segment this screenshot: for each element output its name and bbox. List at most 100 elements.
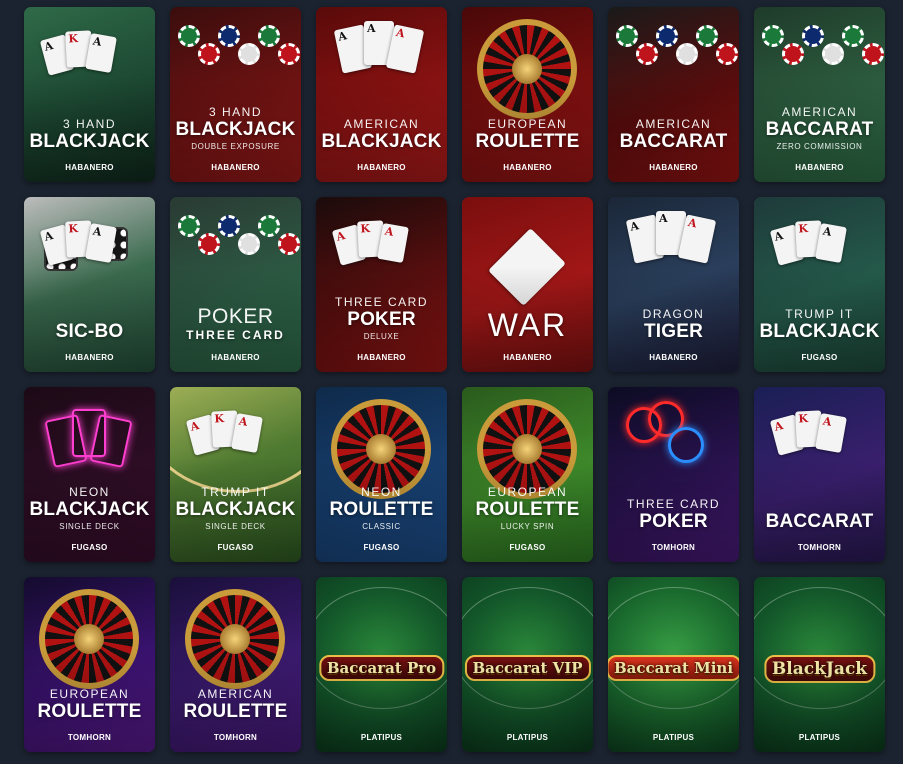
game-provider: HABANERO xyxy=(503,353,552,362)
game-title: Roulette xyxy=(475,131,580,152)
game-provider: FUGASO xyxy=(801,353,838,362)
game-subtitle: Deluxe xyxy=(363,332,400,341)
game-subtitle: Single Deck xyxy=(59,522,120,531)
chip xyxy=(198,233,220,255)
game-card[interactable]: Neon Blackjack Single Deck FUGASO xyxy=(24,387,155,562)
game-provider: TOMHORN xyxy=(213,733,258,742)
game-card[interactable]: European Roulette HABANERO xyxy=(462,7,593,182)
game-card[interactable]: Neon Roulette Classic FUGASO xyxy=(316,387,447,562)
chip xyxy=(258,215,280,237)
game-title-prefix: Neon xyxy=(361,485,402,499)
card-text: 3 Hand Blackjack Double Exposure HABANERO xyxy=(170,105,301,173)
game-title: Blackjack xyxy=(29,499,150,520)
chip xyxy=(218,25,240,47)
game-provider: HABANERO xyxy=(503,163,552,172)
game-title-prefix: Neon xyxy=(69,485,110,499)
chip xyxy=(656,25,678,47)
game-provider: HABANERO xyxy=(795,163,844,172)
chip xyxy=(822,43,844,65)
game-card[interactable]: A A A American Blackjack HABANERO xyxy=(316,7,447,182)
game-card[interactable]: A A A Dragon Tiger HABANERO xyxy=(608,197,739,372)
game-provider: HABANERO xyxy=(65,353,114,362)
game-card[interactable]: Baccarat VIPPLATIPUS xyxy=(462,577,593,752)
game-card[interactable]: American Baccarat Zero Commission HABANERO xyxy=(754,7,885,182)
game-card[interactable]: European Roulette TOMHORN xyxy=(24,577,155,752)
chip xyxy=(258,25,280,47)
game-title-prefix: Trump It xyxy=(785,307,854,321)
game-card[interactable]: War HABANERO xyxy=(462,197,593,372)
card-text: American Baccarat HABANERO xyxy=(608,118,739,173)
game-card[interactable]: Poker Three Card HABANERO xyxy=(170,197,301,372)
game-title: Sic-Bo xyxy=(55,321,124,342)
card-text: Trump It Blackjack Single Deck FUGASO xyxy=(170,485,301,553)
chip xyxy=(696,25,718,47)
chip xyxy=(198,43,220,65)
card-text: European Roulette HABANERO xyxy=(462,117,593,173)
game-card[interactable]: A K A Trump It Blackjack FUGASO xyxy=(754,197,885,372)
game-title-prefix: Poker xyxy=(197,305,274,328)
game-title: Poker xyxy=(347,309,416,330)
game-subtitle: Single Deck xyxy=(205,522,266,531)
game-card[interactable]: A K A Trump It Blackjack Single Deck FUGASO xyxy=(170,387,301,562)
game-provider: PLATIPUS xyxy=(506,733,549,742)
game-card[interactable]: Three Card Poker TOMHORN xyxy=(608,387,739,562)
playing-card: A xyxy=(815,413,847,453)
game-title-prefix: 3 Hand xyxy=(208,105,262,119)
game-title: Roulette xyxy=(329,499,434,520)
game-card[interactable]: American Roulette TOMHORN xyxy=(170,577,301,752)
game-title: War xyxy=(487,307,568,343)
card-text: PLATIPUS xyxy=(316,733,447,742)
game-provider: HABANERO xyxy=(211,353,260,362)
card-text: American Baccarat Zero Commission HABANERO xyxy=(754,106,885,173)
card-text: Poker Three Card HABANERO xyxy=(170,305,301,362)
playing-card: A xyxy=(815,223,847,263)
chip xyxy=(862,43,884,65)
chip xyxy=(802,25,824,47)
game-title-prefix: Trump It xyxy=(201,485,270,499)
game-card[interactable]: BlackJackPLATIPUS xyxy=(754,577,885,752)
game-provider: PLATIPUS xyxy=(798,733,841,742)
game-provider: TOMHORN xyxy=(67,733,112,742)
game-provider: HABANERO xyxy=(65,163,114,172)
card-text: Baccarat TOMHORN xyxy=(754,511,885,552)
game-card[interactable]: European Roulette Lucky Spin FUGASO xyxy=(462,387,593,562)
game-provider: FUGASO xyxy=(363,543,400,552)
chip xyxy=(278,233,300,255)
chip xyxy=(238,43,260,65)
game-subtitle: Classic xyxy=(362,522,401,531)
playing-card: A xyxy=(377,223,409,263)
game-title-prefix: Dragon xyxy=(642,307,705,321)
game-subtitle: Lucky Spin xyxy=(500,522,555,531)
chip xyxy=(178,215,200,237)
card-text: Dragon Tiger HABANERO xyxy=(608,307,739,363)
game-title: Three Card xyxy=(186,328,285,342)
game-card[interactable]: AKA3 Hand Blackjack HABANERO xyxy=(24,7,155,182)
game-card[interactable]: A K A Three Card Poker Deluxe HABANERO xyxy=(316,197,447,372)
game-title-prefix: European xyxy=(487,117,568,131)
card-text: 3 Hand Blackjack HABANERO xyxy=(24,117,155,173)
game-card[interactable]: 3 Hand Blackjack Double Exposure HABANERO xyxy=(170,7,301,182)
chip xyxy=(676,43,698,65)
game-title-prefix: American xyxy=(197,687,274,701)
game-provider: TOMHORN xyxy=(797,543,842,552)
game-title: Roulette xyxy=(183,701,288,722)
game-provider: PLATIPUS xyxy=(360,733,403,742)
game-title: Blackjack xyxy=(175,119,296,140)
game-title: Poker xyxy=(639,511,708,532)
chip xyxy=(762,25,784,47)
game-provider: FUGASO xyxy=(71,543,108,552)
game-card[interactable]: A K A Baccarat TOMHORN xyxy=(754,387,885,562)
game-provider: HABANERO xyxy=(357,353,406,362)
game-provider: HABANERO xyxy=(649,163,698,172)
chip xyxy=(238,233,260,255)
card-text: American Blackjack HABANERO xyxy=(316,118,447,173)
game-card[interactable]: Baccarat ProPLATIPUS xyxy=(316,577,447,752)
card-text: Sic-Bo HABANERO xyxy=(24,321,155,362)
game-card[interactable]: Baccarat MiniPLATIPUS xyxy=(608,577,739,752)
card-text: PLATIPUS xyxy=(462,733,593,742)
game-card[interactable]: American Baccarat HABANERO xyxy=(608,7,739,182)
game-title: Blackjack xyxy=(175,499,296,520)
game-card[interactable]: A K A Sic-Bo HABANERO xyxy=(24,197,155,372)
game-title-prefix: Three Card xyxy=(626,497,720,511)
game-title-prefix: 3 Hand xyxy=(62,117,116,131)
